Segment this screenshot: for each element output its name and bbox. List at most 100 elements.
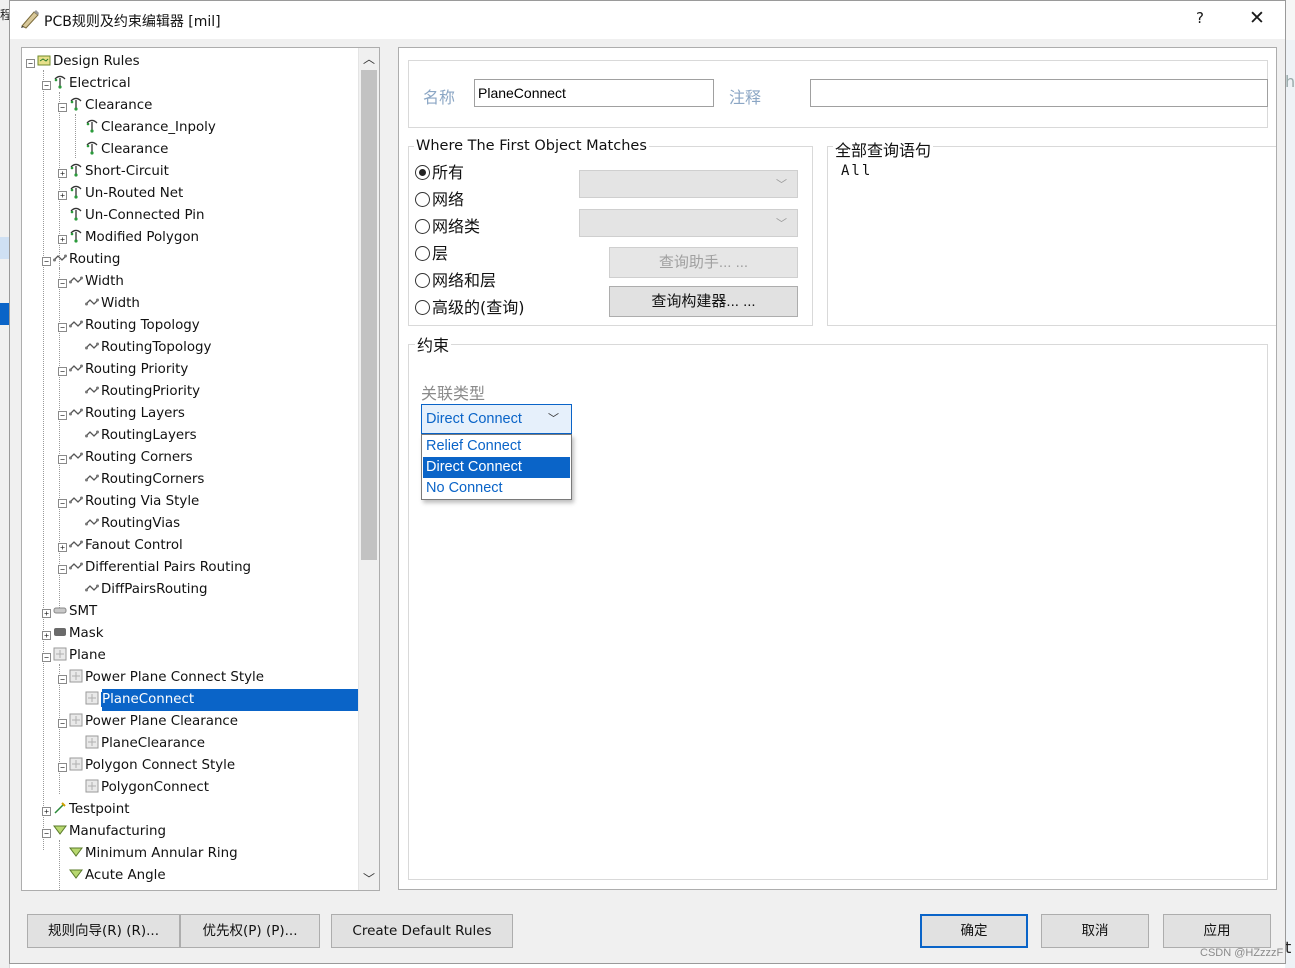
collapse-minus-icon[interactable]: −: [58, 455, 67, 464]
tree-item[interactable]: Minimum Annular Ring: [58, 843, 238, 865]
tree-item[interactable]: RoutingPriority: [74, 381, 200, 403]
collapse-minus-icon[interactable]: −: [58, 323, 67, 332]
tree-item[interactable]: PolygonConnect: [74, 777, 209, 799]
tree-item[interactable]: PlaneClearance: [74, 733, 205, 755]
routing-rule-icon: [69, 493, 83, 507]
connect-type-option-direct[interactable]: Direct Connect: [423, 457, 570, 478]
query-builder-button[interactable]: 查询构建器... ...: [609, 286, 798, 317]
collapse-minus-icon[interactable]: −: [58, 367, 67, 376]
tree-item[interactable]: − Differential Pairs Routing: [58, 557, 251, 579]
rule-wizard-button[interactable]: 规则向导(R) (R)...: [27, 914, 180, 948]
tree-item[interactable]: + Modified Polygon: [58, 227, 199, 249]
tree-item[interactable]: − Routing Corners: [58, 447, 193, 469]
tree-item-label: Fanout Control: [85, 538, 183, 553]
scroll-down-arrow-icon[interactable]: ﹀: [359, 870, 379, 888]
ok-button[interactable]: 确定: [920, 914, 1028, 948]
tree-item[interactable]: + Testpoint: [42, 799, 130, 821]
collapse-minus-icon[interactable]: −: [42, 81, 51, 90]
tree-item[interactable]: Clearance: [74, 139, 168, 161]
collapse-minus-icon[interactable]: −: [58, 719, 67, 728]
tree-item[interactable]: RoutingTopology: [74, 337, 211, 359]
radio-button-icon[interactable]: [415, 246, 430, 261]
tree-item-label: Routing Via Style: [85, 494, 200, 509]
collapse-minus-icon[interactable]: −: [42, 829, 51, 838]
tree-vertical-scrollbar[interactable]: ︿ ﹀: [358, 48, 379, 890]
tree-item[interactable]: − Power Plane Connect Style: [58, 667, 264, 689]
tree-item[interactable]: − Plane: [42, 645, 106, 667]
tree-item[interactable]: + Un-Routed Net: [58, 183, 183, 205]
tree-item[interactable]: − Routing Via Style: [58, 491, 199, 513]
collapse-minus-icon[interactable]: −: [58, 499, 67, 508]
collapse-minus-icon[interactable]: −: [58, 675, 67, 684]
collapse-minus-icon[interactable]: −: [42, 653, 51, 662]
tree-item[interactable]: + Fanout Control: [58, 535, 183, 557]
collapse-minus-icon[interactable]: −: [58, 279, 67, 288]
radio-advanced-query[interactable]: 高级的(查询): [415, 297, 525, 319]
expand-plus-icon[interactable]: +: [58, 543, 67, 552]
tree-item[interactable]: + Short-Circuit: [58, 161, 169, 183]
tree-item[interactable]: Clearance_Inpoly: [74, 117, 216, 139]
rule-name-input[interactable]: PlaneConnect: [474, 79, 714, 107]
expand-plus-icon[interactable]: +: [42, 631, 51, 640]
connect-type-option-none[interactable]: No Connect: [423, 478, 570, 499]
tree-item[interactable]: PlaneConnect: [74, 689, 199, 711]
plane-rule-icon: [85, 735, 99, 749]
radio-net-class[interactable]: 网络类: [415, 216, 480, 238]
tree-item[interactable]: − Routing Topology: [58, 315, 200, 337]
radio-net[interactable]: 网络: [415, 189, 464, 211]
tree-item[interactable]: − Width: [58, 271, 124, 293]
collapse-minus-icon[interactable]: −: [58, 763, 67, 772]
tree-item[interactable]: Un-Connected Pin: [58, 205, 204, 227]
tree-item[interactable]: RoutingLayers: [74, 425, 197, 447]
connect-type-select[interactable]: Direct Connect ﹀: [421, 404, 572, 434]
radio-button-icon[interactable]: [415, 219, 430, 234]
tree-item[interactable]: − Polygon Connect Style: [58, 755, 235, 777]
tree-item[interactable]: Width: [74, 293, 140, 315]
collapse-minus-icon[interactable]: −: [58, 411, 67, 420]
expand-plus-icon[interactable]: +: [58, 191, 67, 200]
cancel-button[interactable]: 取消: [1041, 914, 1149, 948]
tree-item[interactable]: − Routing: [42, 249, 120, 271]
tree-item[interactable]: DiffPairsRouting: [74, 579, 207, 601]
expand-plus-icon[interactable]: +: [58, 169, 67, 178]
tree-item[interactable]: − Design Rules: [26, 51, 140, 73]
radio-button-icon[interactable]: [415, 192, 430, 207]
apply-button[interactable]: 应用: [1163, 914, 1271, 948]
chevron-down-icon[interactable]: ﹀: [548, 405, 559, 433]
tree-item[interactable]: RoutingCorners: [74, 469, 204, 491]
create-default-rules-button[interactable]: Create Default Rules: [331, 914, 513, 948]
radio-button-icon[interactable]: [415, 273, 430, 288]
collapse-minus-icon[interactable]: −: [26, 59, 35, 68]
tree-item[interactable]: − Clearance: [58, 95, 152, 117]
close-button[interactable]: ✕: [1245, 7, 1269, 31]
tree-item[interactable]: RoutingVias: [74, 513, 180, 535]
collapse-minus-icon[interactable]: −: [58, 565, 67, 574]
radio-layer[interactable]: 层: [415, 243, 448, 265]
radio-button-checked-icon[interactable]: [415, 165, 430, 180]
radio-button-icon[interactable]: [415, 300, 430, 315]
tree-item[interactable]: − Routing Layers: [58, 403, 185, 425]
radio-net-and-layer[interactable]: 网络和层: [415, 270, 496, 292]
collapse-minus-icon[interactable]: −: [58, 103, 67, 112]
tree-item[interactable]: + SMT: [42, 601, 97, 623]
tree-item[interactable]: Acute Angle: [58, 865, 166, 887]
scrollbar-thumb[interactable]: [361, 70, 377, 560]
expand-plus-icon[interactable]: +: [42, 609, 51, 618]
tree-item[interactable]: − Electrical: [42, 73, 131, 95]
help-button[interactable]: ?: [1190, 9, 1210, 31]
tree-item[interactable]: + Mask: [42, 623, 104, 645]
rules-tree[interactable]: − Design Rules − Electrical − Clearance Cleara…: [22, 48, 359, 890]
tree-item[interactable]: − Routing Priority: [58, 359, 188, 381]
tree-item[interactable]: − Manufacturing: [42, 821, 166, 843]
expand-plus-icon[interactable]: +: [58, 235, 67, 244]
scroll-up-arrow-icon[interactable]: ︿: [359, 50, 379, 68]
rule-comment-input[interactable]: [810, 79, 1268, 107]
expand-plus-icon[interactable]: +: [42, 807, 51, 816]
connect-type-option-relief[interactable]: Relief Connect: [423, 436, 570, 457]
full-query-group: All: [827, 146, 1276, 326]
collapse-minus-icon[interactable]: −: [42, 257, 51, 266]
radio-all[interactable]: 所有: [415, 162, 464, 184]
radio-label: 网络类: [432, 217, 481, 236]
priorities-button[interactable]: 优先权(P) (P)...: [180, 914, 320, 948]
tree-item[interactable]: − Power Plane Clearance: [58, 711, 238, 733]
